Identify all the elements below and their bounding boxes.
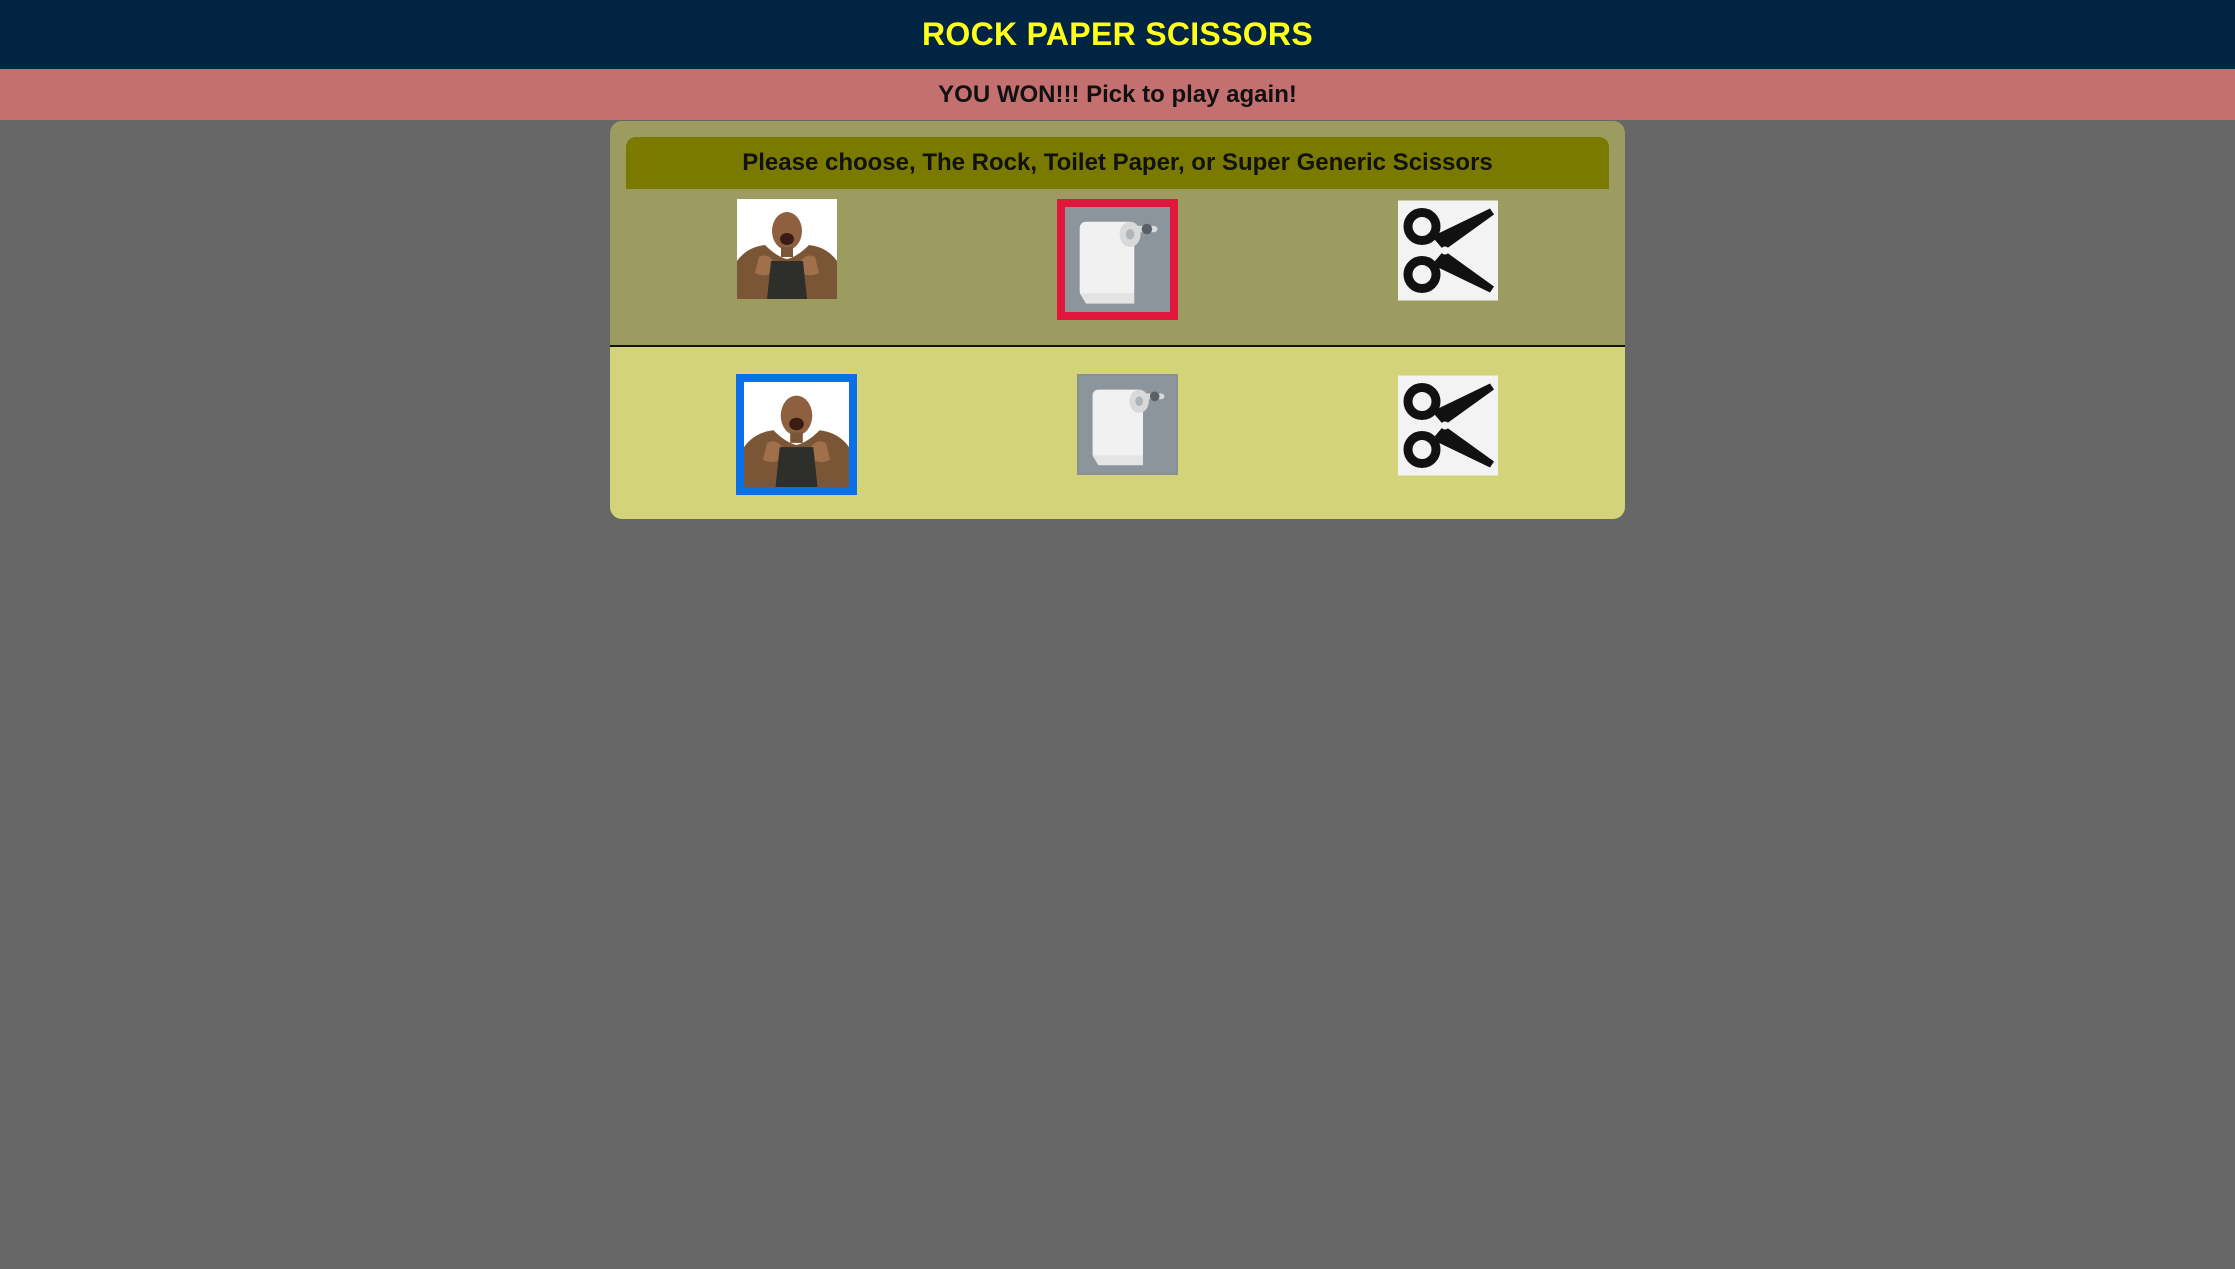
computer-choice-area (610, 347, 1625, 519)
computer-rock-choice (736, 374, 857, 495)
player-choice-area: Please choose, The Rock, Toilet Paper, o… (610, 121, 1625, 345)
choice-prompt: Please choose, The Rock, Toilet Paper, o… (742, 149, 1493, 176)
app-header: ROCK PAPER SCISSORS (0, 0, 2235, 69)
scissors-icon (1398, 375, 1498, 476)
toilet-paper-icon (1079, 376, 1176, 473)
computer-paper-choice (1077, 374, 1178, 475)
game-board: Please choose, The Rock, Toilet Paper, o… (610, 121, 1625, 519)
the-rock-photo-icon (737, 199, 837, 299)
player-scissors-button[interactable] (1398, 199, 1498, 302)
toilet-paper-icon (1065, 207, 1170, 312)
choice-prompt-bar: Please choose, The Rock, Toilet Paper, o… (626, 137, 1609, 189)
player-paper-button[interactable] (1057, 199, 1178, 320)
the-rock-photo-icon (744, 382, 849, 487)
result-message: YOU WON!!! Pick to play again! (938, 80, 1297, 108)
page-title: ROCK PAPER SCISSORS (922, 16, 1313, 52)
result-banner: YOU WON!!! Pick to play again! (0, 69, 2235, 120)
player-rock-button[interactable] (737, 199, 837, 299)
scissors-icon (1398, 200, 1498, 301)
computer-scissors-choice (1398, 374, 1498, 477)
